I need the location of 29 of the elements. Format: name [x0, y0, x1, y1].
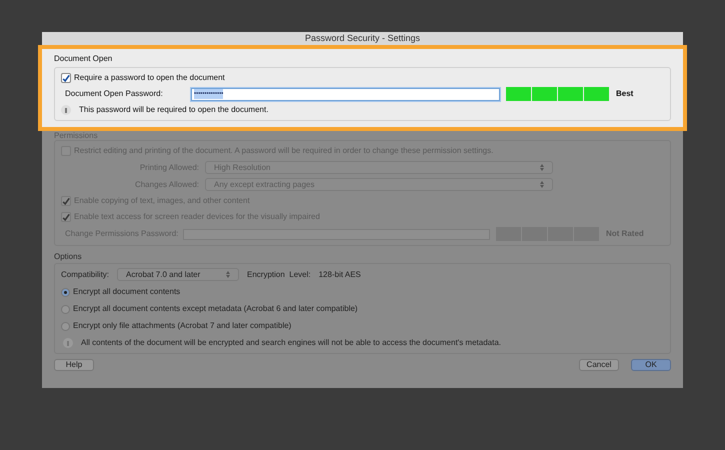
- encryption-value: 128-bit AES: [318, 268, 361, 280]
- field-label: Encryption Level:: [247, 268, 311, 280]
- info-icon: [61, 105, 71, 115]
- note-text: This password will be required to open the document.: [79, 104, 268, 116]
- note-text: All contents of the document will be encrypted and search engines will not be able to access the document's metadata.: [81, 337, 501, 349]
- dialog-button[interactable]: Help: [54, 359, 94, 371]
- dialog-button[interactable]: Cancel: [579, 359, 619, 371]
- window-title: Password Security - Settings: [42, 32, 683, 46]
- stepper-icon: [226, 271, 230, 278]
- checkbox[interactable]: [61, 73, 71, 83]
- section-title: Document Open: [54, 53, 114, 65]
- checkbox[interactable]: [61, 196, 71, 206]
- field-label: Compatibility:: [61, 268, 110, 280]
- radio-label: Encrypt all document contents: [73, 286, 180, 298]
- checkbox-label: Require a password to open the document: [74, 72, 225, 84]
- radio-button[interactable]: [61, 304, 70, 314]
- radio-button[interactable]: [61, 322, 70, 330]
- section-title: Options: [54, 251, 83, 263]
- checkbox[interactable]: [61, 212, 71, 222]
- strength-label: Best: [616, 88, 634, 100]
- field-label: Document Open Password:: [64, 88, 164, 100]
- info-icon: [63, 338, 73, 348]
- radio-label: Encrypt all document contents except metadata (Acrobat 6 and later compatible): [73, 303, 358, 315]
- stepper-icon: [540, 181, 544, 188]
- radio-button[interactable]: [61, 288, 70, 296]
- dropdown[interactable]: Acrobat 7.0 and later: [117, 268, 240, 281]
- radio-label: Encrypt only file attachments (Acrobat 7 and later compatible): [73, 320, 292, 332]
- ok-button[interactable]: OK: [631, 359, 671, 371]
- stepper-icon: [540, 164, 544, 171]
